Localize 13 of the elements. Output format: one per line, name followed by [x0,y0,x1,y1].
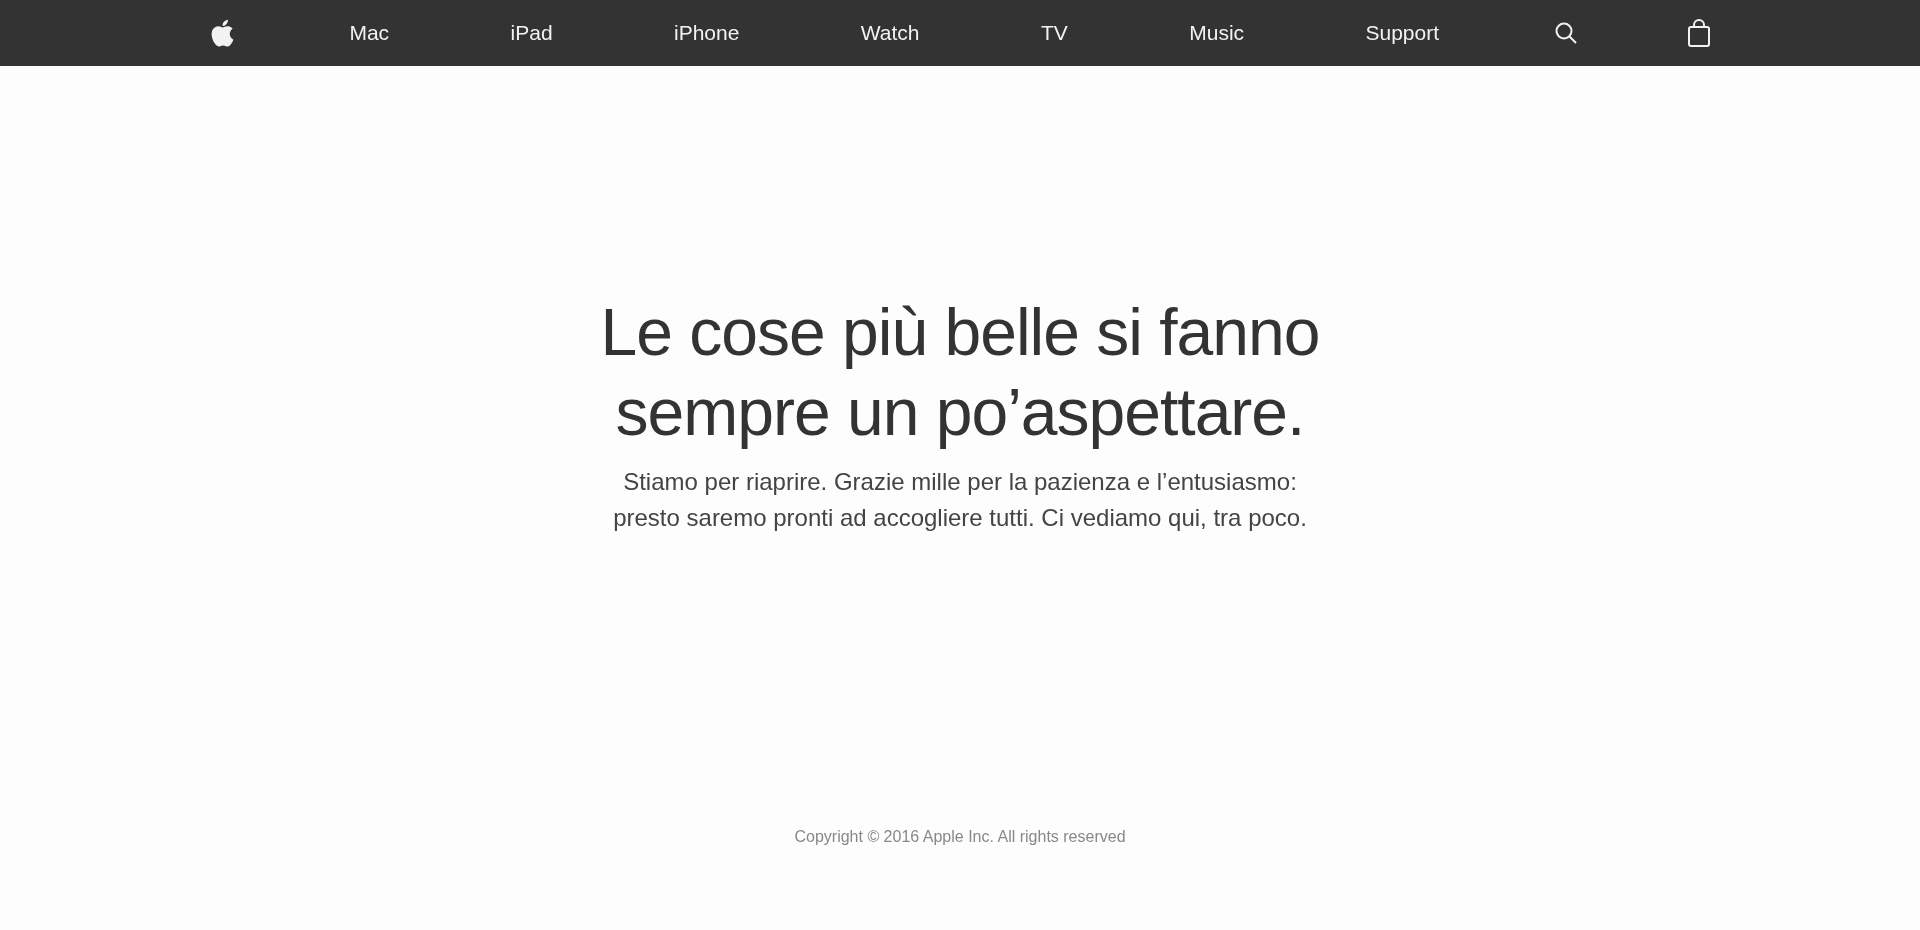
apple-logo-icon[interactable] [210,19,234,47]
nav-link[interactable]: Mac [343,17,396,49]
copyright-text: Copyright © 2016 Apple Inc. All rights reserved [794,828,1126,846]
search-icon[interactable] [1554,21,1579,45]
nav-link[interactable]: iPad [504,17,559,49]
nav-link[interactable]: TV [1034,17,1074,49]
headline: Le cose più belle si fanno sempre un po’aspettare. [600,294,1320,451]
nav-link[interactable]: Music [1183,17,1251,49]
subtitle: Stiamo per riaprire. Grazie mille per la pazienza e l’entusiasmo: presto saremo pronti ad accogliere tutti. Ci vediamo qui, tra poco. [613,467,1307,533]
shopping-bag-icon[interactable] [1687,19,1710,47]
nav-link[interactable]: Watch [854,17,926,49]
nav-link[interactable]: iPhone [668,17,746,49]
nav-link[interactable]: Support [1359,17,1446,49]
